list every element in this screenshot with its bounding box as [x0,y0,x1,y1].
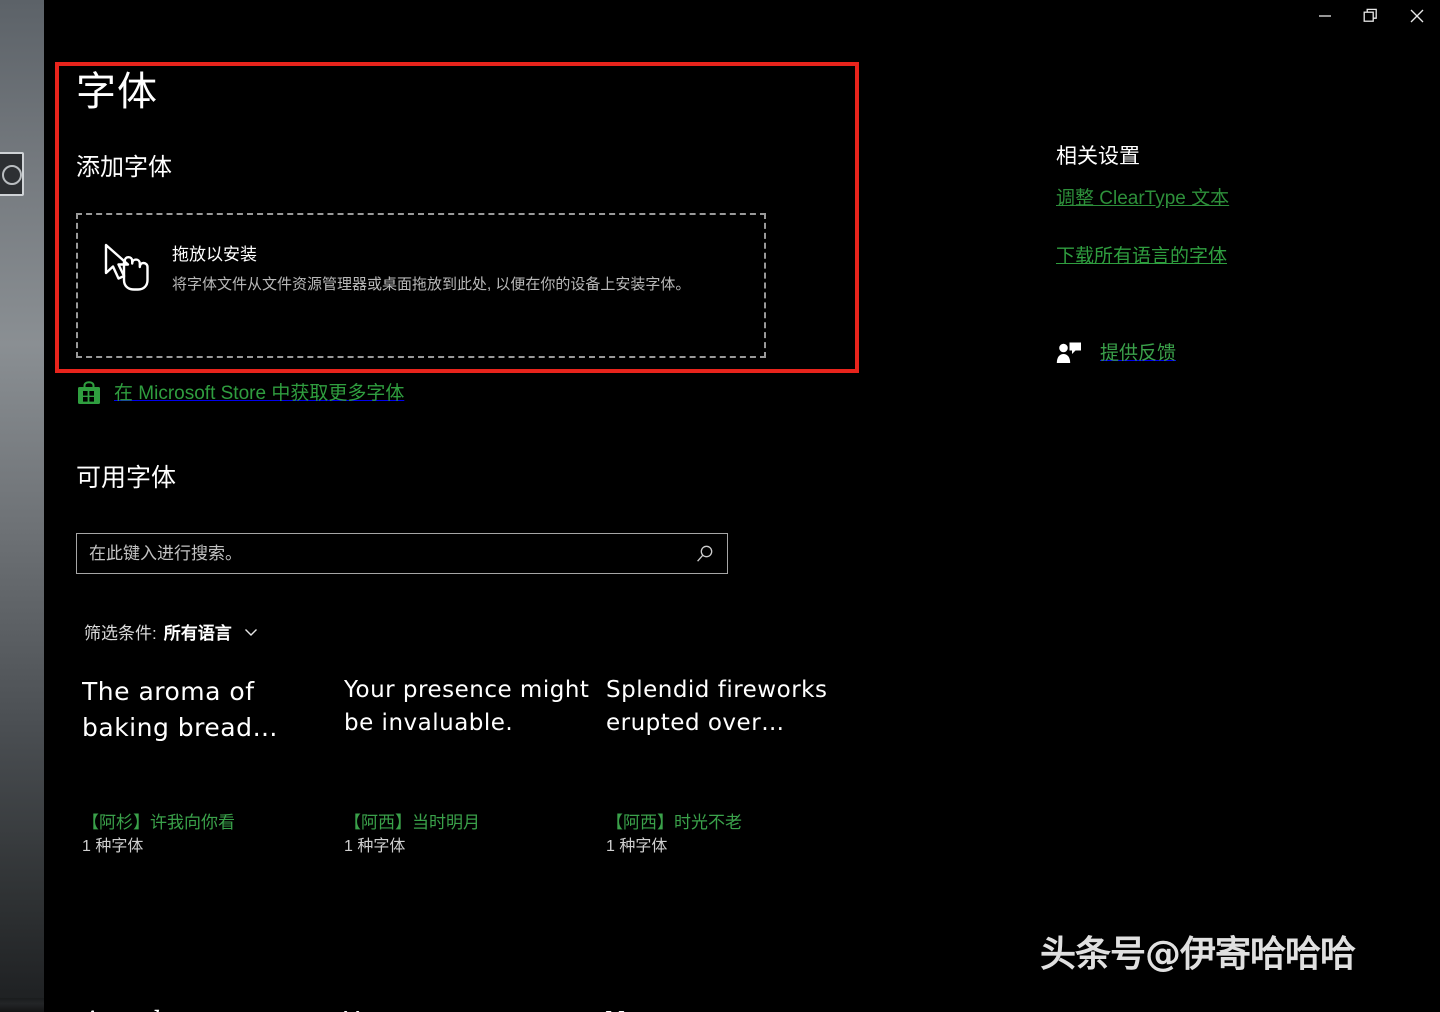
cleartype-link[interactable]: 调整 ClearType 文本 [1056,189,1229,208]
window-titlebar [44,0,1440,46]
get-more-fonts-label: 在 Microsoft Store 中获取更多字体 [114,382,405,404]
filter-value: 所有语言 [163,624,232,643]
font-face-count: 1 种字体 [82,838,144,856]
drop-zone-description: 将字体文件从文件资源管理器或桌面拖放到此处, 以便在你的设备上安装字体。 [172,276,691,294]
font-face-count: 1 种字体 [344,838,406,856]
font-drop-zone[interactable]: 拖放以安装 将字体文件从文件资源管理器或桌面拖放到此处, 以便在你的设备上安装字… [76,213,766,358]
font-name: 【阿西】当时明月 [344,813,480,832]
font-sample-text: Your presence [344,1004,592,1012]
font-list-grid: The aroma of baking bread… 【阿杉】许我向你看 1 种… [82,674,902,858]
font-filter-dropdown[interactable]: 筛选条件: 所有语言 [84,619,259,644]
screen-root: 字体 添加字体 拖放以安装 将字体文件从文件资源管理器或桌面拖放到此处, 以便在… [0,0,1440,1012]
font-card[interactable]: The aroma of baking bread… 【阿杉】许我向你看 1 种… [82,674,340,858]
give-feedback-label: 提供反馈 [1100,342,1177,364]
close-button[interactable] [1394,0,1440,32]
font-search-box[interactable] [76,533,728,574]
font-card[interactable]: Your presence might be invaluable. 【阿西】当… [344,674,602,858]
feedback-person-icon [1056,342,1081,363]
available-fonts-heading: 可用字体 [76,464,177,492]
give-feedback-link[interactable]: 提供反馈 [1056,341,1176,365]
font-card[interactable]: Your [606,1004,864,1012]
font-sample-text: Splendid fireworks erupted over… [606,677,828,736]
drop-zone-texts: 拖放以安装 将字体文件从文件资源管理器或桌面拖放到此处, 以便在你的设备上安装字… [172,243,690,297]
desktop-icon[interactable] [0,152,24,196]
drop-zone-title: 拖放以安装 [172,245,257,264]
watermark-overlay: 头条号@伊寄哈哈哈 [1040,934,1356,975]
minimize-icon [1319,15,1331,17]
font-name: 【阿杉】许我向你看 [82,813,235,832]
font-sample-text: Your [606,1004,854,1012]
related-settings-heading: 相关设置 [1056,145,1140,168]
desktop-background [0,0,44,1012]
minimize-button[interactable] [1302,0,1348,32]
drag-hand-cursor-icon [104,243,149,291]
page-content: 字体 添加字体 拖放以安装 将字体文件从文件资源管理器或桌面拖放到此处, 以便在… [44,46,1440,1012]
page-title: 字体 [76,70,158,114]
settings-window: 字体 添加字体 拖放以安装 将字体文件从文件资源管理器或桌面拖放到此处, 以便在… [44,0,1440,1012]
font-name: 【阿西】时光不老 [606,813,742,832]
font-sample-text: The aroma of baking bread… [82,677,278,742]
add-fonts-heading: 添加字体 [76,154,172,181]
search-input[interactable] [77,534,683,573]
font-face-count: 1 种字体 [606,838,668,856]
restore-icon [1363,8,1377,22]
restore-button[interactable] [1348,0,1394,32]
font-card[interactable]: Splendid fireworks erupted over… 【阿西】时光不… [606,674,864,858]
font-sample-text: A cool summer [82,1004,330,1012]
download-all-language-fonts-link[interactable]: 下载所有语言的字体 [1056,247,1227,266]
search-button[interactable] [683,534,727,573]
font-sample-text: Your presence might be invaluable. [344,677,590,736]
font-card[interactable]: Your presence [344,1004,602,1012]
search-magnifier-icon [697,545,713,562]
font-list-grid-row2: A cool summer Your presence Your [82,1004,902,1012]
font-card[interactable]: A cool summer [82,1004,340,1012]
get-more-fonts-store-link[interactable]: 在 Microsoft Store 中获取更多字体 [76,380,404,406]
close-icon [1410,9,1424,23]
chevron-down-icon [244,628,257,636]
filter-label: 筛选条件: [84,624,157,643]
microsoft-store-bag-icon [78,381,100,404]
